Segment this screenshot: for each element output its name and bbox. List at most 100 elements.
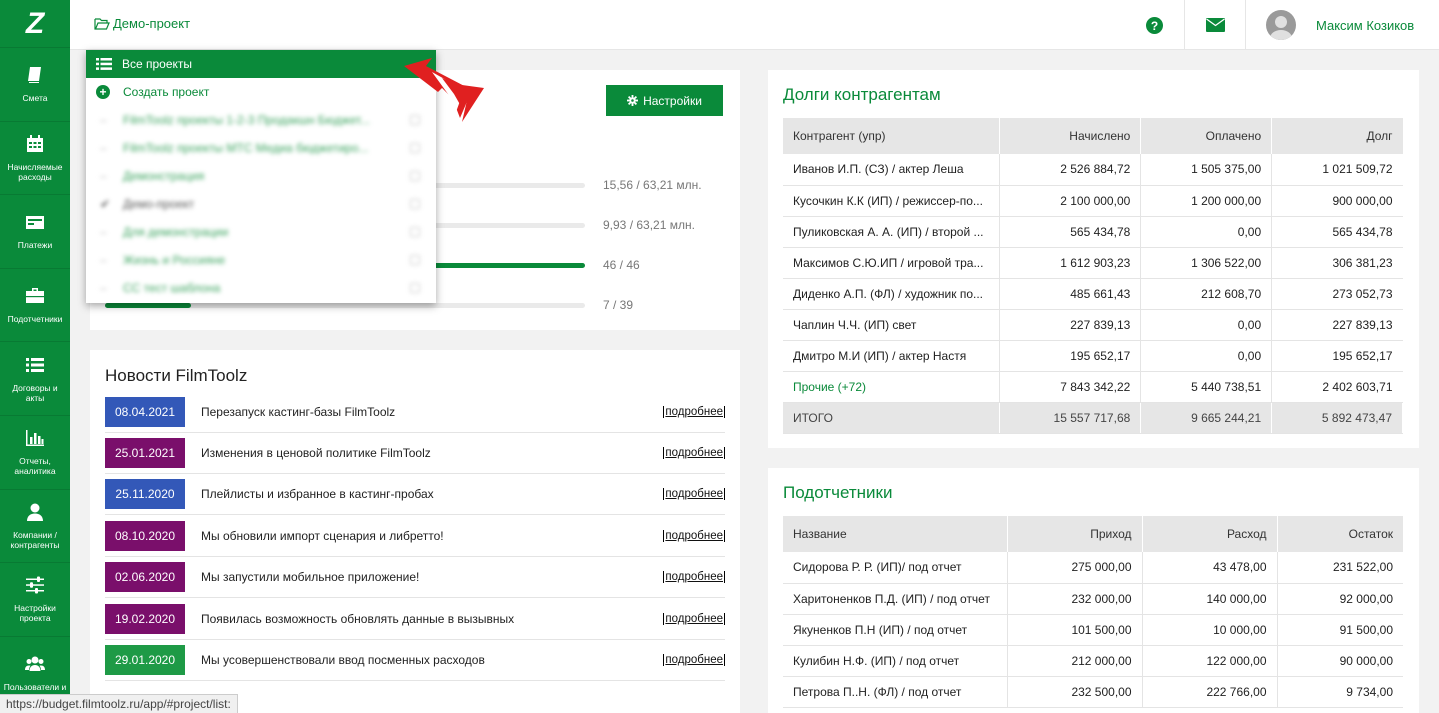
settings-button[interactable]: Настройки: [606, 85, 723, 116]
sidebar-item-estimate[interactable]: Смета: [0, 48, 70, 122]
others-link[interactable]: Прочие (+72): [783, 371, 1001, 403]
cell: 9 665 244,21: [1140, 402, 1273, 434]
top-bar: Демо-проект ? Максим Козиков: [70, 0, 1439, 50]
table-row[interactable]: Кулибин Н.Ф. (ИП) / под отчет 212 000,00 1…: [783, 645, 1403, 677]
debts-title: Долги контрагентам: [783, 85, 941, 104]
messages-button[interactable]: [1184, 0, 1245, 50]
sidebar: Z Смета Начисляемые расходы Платежи Подо…: [0, 0, 70, 713]
cell: 5 440 738,51: [1140, 371, 1273, 403]
column-header[interactable]: Начислено: [999, 118, 1142, 154]
list-icon: [96, 58, 112, 70]
news-more-link[interactable]: подробнее: [663, 654, 725, 666]
table-row[interactable]: Сидорова Р. Р. (ИП)/ под отчет 275 000,00…: [783, 552, 1403, 584]
news-text: Мы запустили мобильное приложение!: [201, 570, 420, 584]
cell: Петрова П..Н. (ФЛ) / под отчет: [783, 676, 1008, 708]
sidebar-item-reports[interactable]: Отчеты, аналитика: [0, 416, 70, 490]
project-list-item[interactable]: – Демонстрация: [86, 162, 436, 190]
project-name: Демо-проект: [113, 16, 191, 31]
cell: 232 000,00: [1007, 583, 1143, 615]
project-list-item[interactable]: – СС тест шаблона: [86, 274, 436, 302]
column-header[interactable]: Контрагент (упр): [783, 118, 1001, 154]
news-more-link[interactable]: подробнее: [663, 530, 725, 542]
project-list-item[interactable]: – FilmToolz проекты МТС Медиа бюджетиро..…: [86, 134, 436, 162]
table-row[interactable]: Диденко А.П. (ФЛ) / художник по... 485 66…: [783, 278, 1403, 310]
news-date: 08.10.2020: [105, 521, 185, 551]
cell: 9 734,00: [1277, 676, 1403, 708]
project-switcher[interactable]: Демо-проект: [94, 16, 190, 31]
edit-icon[interactable]: [410, 283, 420, 293]
sidebar-item-label: Компании / контрагенты: [10, 529, 60, 550]
card-icon: [26, 216, 44, 230]
edit-icon[interactable]: [410, 171, 420, 181]
project-item-name: FilmToolz проекты 1-2-3 Продакшн Бюджет.…: [123, 113, 371, 127]
cell: 0,00: [1140, 216, 1273, 248]
column-header[interactable]: Название: [783, 516, 1008, 552]
table-row[interactable]: Чаплин Ч.Ч. (ИП) свет 227 839,13 0,00 227 8…: [783, 309, 1403, 341]
news-title: Новости FilmToolz: [105, 366, 248, 385]
gear-icon: [627, 95, 639, 106]
news-more-link[interactable]: подробнее: [663, 447, 725, 459]
news-more-link[interactable]: подробнее: [663, 488, 725, 500]
project-list-item[interactable]: – Для демонстрации: [86, 218, 436, 246]
edit-icon[interactable]: [410, 143, 420, 153]
cell: Пуликовская А. А. (ИП) / второй ...: [783, 216, 1001, 248]
sidebar-item-accountable[interactable]: Подотчетники: [0, 269, 70, 343]
briefcase-icon: [26, 288, 44, 304]
edit-icon[interactable]: [410, 255, 420, 265]
table-row[interactable]: Якуненков П.Н (ИП) / под отчет 101 500,00…: [783, 614, 1403, 646]
all-projects-item[interactable]: Все проекты: [86, 50, 436, 78]
plus-circle-icon: +: [96, 85, 110, 99]
edit-icon[interactable]: [410, 199, 420, 209]
table-row[interactable]: Петрова П..Н. (ФЛ) / под отчет 232 500,00…: [783, 676, 1403, 708]
cell: 485 661,43: [999, 278, 1142, 310]
sidebar-item-payments[interactable]: Платежи: [0, 195, 70, 269]
project-list-item[interactable]: – FilmToolz проекты 1-2-3 Продакшн Бюджет…: [86, 106, 436, 134]
project-list-item[interactable]: – Жизнь и Россияне: [86, 246, 436, 274]
column-header[interactable]: Оплачено: [1140, 118, 1273, 154]
cell: 92 000,00: [1277, 583, 1403, 615]
create-project-item[interactable]: + Создать проект: [86, 78, 436, 106]
table-row[interactable]: Максимов С.Ю.ИП / игровой тра... 1 612 90…: [783, 247, 1403, 279]
column-header[interactable]: Расход: [1142, 516, 1278, 552]
sidebar-item-companies[interactable]: Компании / контрагенты: [0, 490, 70, 564]
news-more-link[interactable]: подробнее: [663, 571, 725, 583]
cell: Максимов С.Ю.ИП / игровой тра...: [783, 247, 1001, 279]
sidebar-item-project-settings[interactable]: Настройки проекта: [0, 563, 70, 637]
news-more-link[interactable]: подробнее: [663, 406, 725, 418]
column-header[interactable]: Остаток: [1277, 516, 1403, 552]
list-icon: [26, 357, 44, 372]
table-row[interactable]: Харитоненков П.Д. (ИП) / под отчет 232 00…: [783, 583, 1403, 615]
user-menu[interactable]: Максим Козиков: [1245, 0, 1439, 50]
cell: Диденко А.П. (ФЛ) / художник по...: [783, 278, 1001, 310]
project-item-name: FilmToolz проекты МТС Медиа бюджетиро...: [123, 141, 369, 155]
all-projects-label: Все проекты: [122, 57, 193, 71]
table-row[interactable]: Кусочкин К.К (ИП) / режиссер-по... 2 100 …: [783, 185, 1403, 217]
news-text: Появилась возможность обновлять данные в…: [201, 612, 515, 626]
checkmark-icon: ✔: [100, 197, 111, 211]
sidebar-item-accrued-expenses[interactable]: Начисляемые расходы: [0, 122, 70, 196]
news-date: 25.11.2020: [105, 479, 185, 509]
table-row[interactable]: Иванов И.П. (СЗ) / актер Леша 2 526 884,7…: [783, 154, 1403, 186]
table-header: Название Приход Расход Остаток: [783, 516, 1403, 552]
bullet-icon: –: [100, 169, 107, 183]
others-row[interactable]: Прочие (+72) 7 843 342,22 5 440 738,51 2 40…: [783, 371, 1403, 403]
column-header[interactable]: Приход: [1007, 516, 1143, 552]
app-logo[interactable]: Z: [0, 0, 70, 48]
cell: 231 522,00: [1277, 552, 1403, 584]
cell: Кусочкин К.К (ИП) / режиссер-по...: [783, 185, 1001, 217]
project-item-name: Для демонстрации: [123, 225, 229, 239]
edit-icon[interactable]: [410, 227, 420, 237]
progress-bar-4: [105, 303, 585, 308]
progress-value: 46 / 46: [603, 258, 640, 272]
news-text: Мы обновили импорт сценария и либретто!: [201, 529, 444, 543]
news-more-link[interactable]: подробнее: [663, 613, 725, 625]
table-row[interactable]: Пуликовская А. А. (ИП) / второй ... 565 4…: [783, 216, 1403, 248]
calendar-icon: [27, 134, 43, 152]
sidebar-item-contracts[interactable]: Договоры и акты: [0, 342, 70, 416]
table-row[interactable]: Дмитро М.И (ИП) / актер Настя 195 652,17 0…: [783, 340, 1403, 372]
bullet-icon: –: [100, 281, 107, 295]
news-item: 02.06.2020 Мы запустили мобильное прилож…: [105, 557, 725, 598]
project-list-item-current[interactable]: ✔ Демо-проект: [86, 190, 436, 218]
column-header[interactable]: Долг: [1271, 118, 1403, 154]
help-icon[interactable]: ?: [1146, 17, 1163, 37]
